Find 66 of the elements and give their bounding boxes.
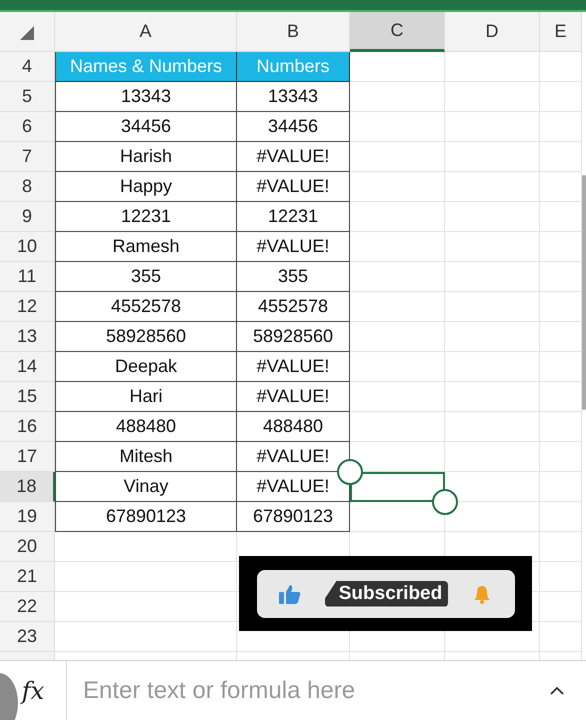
cell-text: Mitesh bbox=[119, 446, 172, 467]
row-header[interactable]: 6 bbox=[0, 112, 55, 142]
row-header[interactable]: 16 bbox=[0, 412, 55, 442]
cell-text: 355 bbox=[278, 266, 308, 287]
cell-text: #VALUE! bbox=[256, 146, 330, 167]
column-header[interactable]: A bbox=[55, 12, 237, 52]
cell-text: #VALUE! bbox=[256, 176, 330, 197]
column-header[interactable]: B bbox=[237, 12, 350, 52]
cell-text: 12231 bbox=[268, 206, 318, 227]
row-header[interactable]: 13 bbox=[0, 322, 55, 352]
cell-text: 34456 bbox=[120, 116, 172, 137]
cell-text: 488480 bbox=[116, 416, 176, 437]
chevron-up-icon[interactable] bbox=[550, 686, 564, 695]
row-header[interactable]: 19 bbox=[0, 502, 55, 532]
cell-text: Vinay bbox=[124, 476, 168, 497]
row-header[interactable]: 20 bbox=[0, 532, 55, 562]
cell-text: Names & Numbers bbox=[70, 56, 222, 77]
row-header[interactable]: 9 bbox=[0, 202, 55, 232]
cell-text: Harish bbox=[120, 146, 172, 167]
row-header[interactable]: 14 bbox=[0, 352, 55, 382]
row-header[interactable]: 21 bbox=[0, 562, 55, 592]
cell-text: 34456 bbox=[268, 116, 318, 137]
row-header[interactable]: 5 bbox=[0, 82, 55, 112]
cell-text: 13343 bbox=[268, 86, 318, 107]
cell-text: 12231 bbox=[120, 206, 172, 227]
cell-text: Ramesh bbox=[112, 236, 180, 257]
row-header[interactable]: 7 bbox=[0, 142, 55, 172]
row-header[interactable]: 15 bbox=[0, 382, 55, 412]
row-header[interactable]: 22 bbox=[0, 592, 55, 622]
cell-text: #VALUE! bbox=[256, 356, 330, 377]
row-header[interactable]: 11 bbox=[0, 262, 55, 292]
cell-text: Deepak bbox=[114, 356, 178, 377]
cell-text: #VALUE! bbox=[256, 236, 330, 257]
selection-handle[interactable] bbox=[337, 459, 363, 485]
cell-text: 4552578 bbox=[258, 296, 328, 317]
row-header[interactable]: 23 bbox=[0, 622, 55, 652]
row-header[interactable]: 4 bbox=[0, 52, 55, 82]
cell-text: Happy bbox=[120, 176, 172, 197]
function-label[interactable]: fx bbox=[0, 661, 67, 720]
column-header[interactable]: D bbox=[445, 12, 540, 52]
cell-text: 488480 bbox=[262, 416, 324, 437]
cell-text: 67890123 bbox=[106, 506, 186, 527]
cell-text: 67890123 bbox=[252, 506, 334, 527]
cell-text: Numbers bbox=[256, 56, 330, 77]
row-header[interactable]: 18 bbox=[0, 472, 55, 502]
cell-text: #VALUE! bbox=[256, 476, 330, 497]
cell-text: 355 bbox=[130, 266, 162, 287]
column-header[interactable]: C bbox=[350, 12, 445, 52]
subscribed-badge[interactable]: Subscribed bbox=[324, 580, 448, 606]
cell-text: 58928560 bbox=[252, 326, 334, 347]
cell-text: #VALUE! bbox=[256, 386, 330, 407]
scrollbar[interactable] bbox=[582, 175, 586, 410]
column-header[interactable]: E bbox=[540, 12, 582, 52]
cell-text: 13343 bbox=[120, 86, 172, 107]
select-all-icon[interactable] bbox=[19, 25, 35, 41]
row-header[interactable]: 8 bbox=[0, 172, 55, 202]
cell-text: #VALUE! bbox=[256, 446, 330, 467]
cell-text: 4552578 bbox=[110, 296, 182, 317]
row-header[interactable]: 12 bbox=[0, 292, 55, 322]
cell-text: 58928560 bbox=[106, 326, 186, 347]
row-header[interactable]: 17 bbox=[0, 442, 55, 472]
cell-text: Hari bbox=[129, 386, 162, 407]
selection-handle[interactable] bbox=[432, 489, 458, 515]
row-header[interactable]: 10 bbox=[0, 232, 55, 262]
thumbs-up-icon[interactable] bbox=[278, 584, 300, 604]
formula-input[interactable]: Enter text or formula here bbox=[67, 660, 550, 720]
